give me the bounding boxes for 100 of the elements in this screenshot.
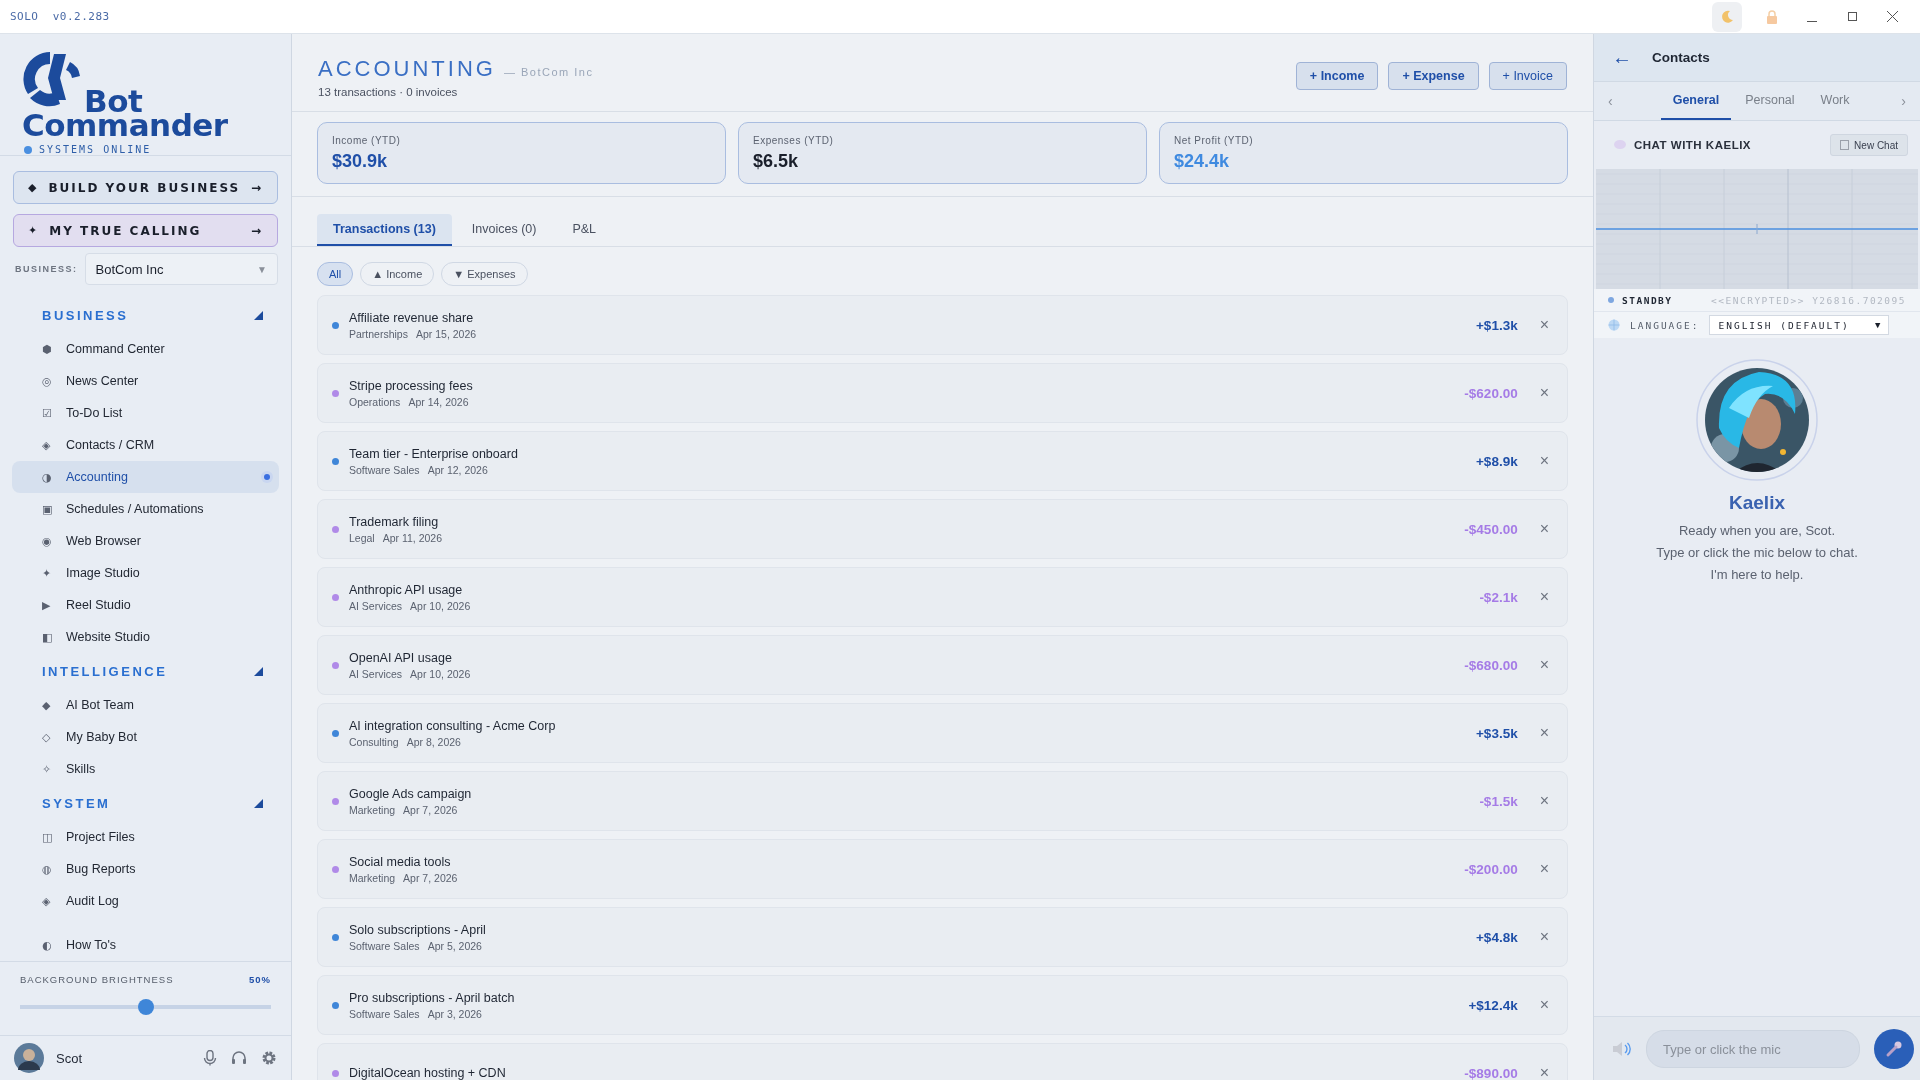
transaction-row[interactable]: Trademark filing Legal Apr 11, 2026 -$450.00 ×: [317, 499, 1568, 559]
add-button[interactable]: + Invoice: [1488, 62, 1567, 90]
nav-item[interactable]: ◐ How To's: [12, 929, 279, 961]
delete-button[interactable]: ×: [1535, 928, 1553, 946]
transaction-amount: +$8.9k: [1476, 453, 1518, 469]
delete-button[interactable]: ×: [1535, 724, 1553, 742]
transaction-date: Apr 3, 2026: [427, 1007, 482, 1020]
nav-item[interactable]: ◎ News Center: [12, 365, 279, 397]
transaction-amount: -$890.00: [1464, 1065, 1518, 1080]
nav-item[interactable]: ◉ Web Browser: [12, 525, 279, 557]
transaction-category: AI Services: [349, 599, 403, 612]
transaction-amount: -$680.00: [1464, 657, 1518, 673]
tab[interactable]: Transactions (13): [317, 214, 452, 246]
message-input[interactable]: Type or click the mic: [1646, 1030, 1860, 1068]
transaction-date: Apr 10, 2026: [410, 667, 471, 680]
transaction-title: Solo subscriptions - April: [349, 922, 486, 937]
stat-value: $24.4k: [1174, 151, 1231, 172]
transaction-category: Marketing: [349, 803, 396, 816]
business-select[interactable]: BotCom Inc ▼: [84, 253, 278, 285]
nav-item[interactable]: ◫ Project Files: [12, 821, 279, 853]
transaction-title: Stripe processing fees: [349, 378, 473, 393]
transaction-category: Partnerships: [349, 327, 408, 340]
brightness-label: BACKGROUND BRIGHTNESS: [20, 974, 174, 985]
delete-button[interactable]: ×: [1535, 520, 1553, 538]
tab[interactable]: P&L: [556, 214, 613, 246]
delete-button[interactable]: ×: [1535, 588, 1553, 606]
stat-label: Expenses (YTD): [753, 135, 835, 146]
transaction-amount: +$3.5k: [1476, 725, 1518, 741]
nav-item[interactable]: ◈ Audit Log: [12, 885, 279, 917]
section-header[interactable]: BUSINESS: [42, 307, 129, 323]
transaction-category: Legal: [349, 531, 375, 544]
transaction-category: Software Sales: [349, 463, 420, 476]
transaction-row[interactable]: Affiliate revenue share Partnerships Apr 15, 2026 +$1.3k ×: [317, 295, 1568, 355]
filter-chip[interactable]: ▲ Income: [360, 262, 435, 286]
nav-item[interactable]: ▣ Schedules / Automations: [12, 493, 279, 525]
delete-button[interactable]: ×: [1535, 996, 1553, 1014]
build-button[interactable]: ◆ BUILD YOUR BUSINESS →: [13, 171, 278, 204]
section-header[interactable]: INTELLIGENCE: [42, 663, 168, 679]
delete-button[interactable]: ×: [1535, 316, 1553, 334]
nav-item[interactable]: ✧ Skills: [12, 753, 279, 785]
transaction-amount: -$450.00: [1464, 521, 1518, 537]
transaction-date: Apr 7, 2026: [403, 871, 458, 884]
transaction-amount: +$12.4k: [1468, 997, 1518, 1013]
nav-item[interactable]: ◧ Website Studio: [12, 621, 279, 653]
back-button[interactable]: ←: [1612, 46, 1632, 69]
nav-item[interactable]: ⬢ Command Center: [12, 333, 279, 365]
encrypted-code: <<ENCRYPTED>> Y26816.702095: [1711, 294, 1906, 306]
delete-button[interactable]: ×: [1535, 384, 1553, 402]
filter-chip[interactable]: All: [317, 262, 354, 286]
panel-title: Contacts: [1652, 50, 1710, 65]
calling-button[interactable]: ✦ MY TRUE CALLING →: [13, 214, 278, 247]
transaction-title: Trademark filing: [349, 514, 440, 529]
language-select[interactable]: ENGLISH (DEFAULT) ▼: [1709, 315, 1890, 335]
section-header[interactable]: SYSTEM: [42, 795, 111, 811]
add-button[interactable]: + Expense: [1388, 62, 1479, 90]
tab[interactable]: Invoices (0): [455, 214, 553, 246]
transaction-title: OpenAI API usage: [349, 650, 453, 665]
transaction-title: Google Ads campaign: [349, 786, 472, 801]
nav-item[interactable]: ◑ Accounting: [12, 461, 279, 493]
contact-tab[interactable]: General: [1660, 82, 1732, 120]
status-label: STANDBY: [1622, 294, 1673, 306]
transaction-date: Apr 15, 2026: [415, 327, 477, 340]
nav-item[interactable]: ◈ Contacts / CRM: [12, 429, 279, 461]
delete-button[interactable]: ×: [1535, 452, 1553, 470]
delete-button[interactable]: ×: [1535, 656, 1553, 674]
transaction-amount: -$2.1k: [1479, 589, 1518, 605]
nav-item[interactable]: ◇ My Baby Bot: [12, 721, 279, 753]
delete-button[interactable]: ×: [1535, 1064, 1553, 1080]
delete-button[interactable]: ×: [1535, 860, 1553, 878]
transaction-row[interactable]: Solo subscriptions - April Software Sales Apr 5, 2026 +$4.8k ×: [317, 907, 1568, 967]
stat-label: Income (YTD): [332, 135, 402, 146]
new-chat-button[interactable]: New Chat: [1830, 134, 1908, 156]
transaction-row[interactable]: AI integration consulting - Acme Corp Consulting Apr 8, 2026 +$3.5k ×: [317, 703, 1568, 763]
transaction-row[interactable]: Team tier - Enterprise onboard Software Sales Apr 12, 2026 +$8.9k ×: [317, 431, 1568, 491]
transaction-category: Operations: [349, 395, 401, 408]
nav-item[interactable]: ◆ AI Bot Team: [12, 689, 279, 721]
add-button[interactable]: + Income: [1295, 62, 1379, 90]
transaction-category: Marketing: [349, 871, 396, 884]
transaction-title: Pro subscriptions - April batch: [349, 990, 515, 1005]
stat-value: $6.5k: [753, 151, 800, 172]
transaction-amount: -$200.00: [1464, 861, 1518, 877]
transaction-row[interactable]: Anthropic API usage AI Services Apr 10, 2026 -$2.1k ×: [317, 567, 1568, 627]
nav-item[interactable]: ☑ To-Do List: [12, 397, 279, 429]
app-title: SOLO v0.2.283: [10, 10, 110, 23]
transaction-row[interactable]: OpenAI API usage AI Services Apr 10, 2026 -$680.00 ×: [317, 635, 1568, 695]
transaction-row[interactable]: Stripe processing fees Operations Apr 14, 2026 -$620.00 ×: [317, 363, 1568, 423]
filter-chip[interactable]: ▼ Expenses: [441, 262, 528, 286]
transaction-row[interactable]: Google Ads campaign Marketing Apr 7, 2026 -$1.5k ×: [317, 771, 1568, 831]
nav-item[interactable]: ▶ Reel Studio: [12, 589, 279, 621]
nav-item[interactable]: ◍ Bug Reports: [12, 853, 279, 885]
transaction-title: Team tier - Enterprise onboard: [349, 446, 518, 461]
transaction-row[interactable]: Social media tools Marketing Apr 7, 2026 -$200.00 ×: [317, 839, 1568, 899]
delete-button[interactable]: ×: [1535, 792, 1553, 810]
transaction-title: Anthropic API usage: [349, 582, 464, 597]
transaction-title: AI integration consulting - Acme Corp: [349, 718, 556, 733]
nav-item[interactable]: ✦ Image Studio: [12, 557, 279, 589]
transaction-amount: +$1.3k: [1476, 317, 1518, 333]
transaction-date: Apr 12, 2026: [427, 463, 488, 476]
transaction-row[interactable]: Pro subscriptions - April batch Software Sales Apr 3, 2026 +$12.4k ×: [317, 975, 1568, 1035]
transaction-row[interactable]: DigitalOcean hosting + CDN -$890.00 ×: [317, 1043, 1568, 1080]
